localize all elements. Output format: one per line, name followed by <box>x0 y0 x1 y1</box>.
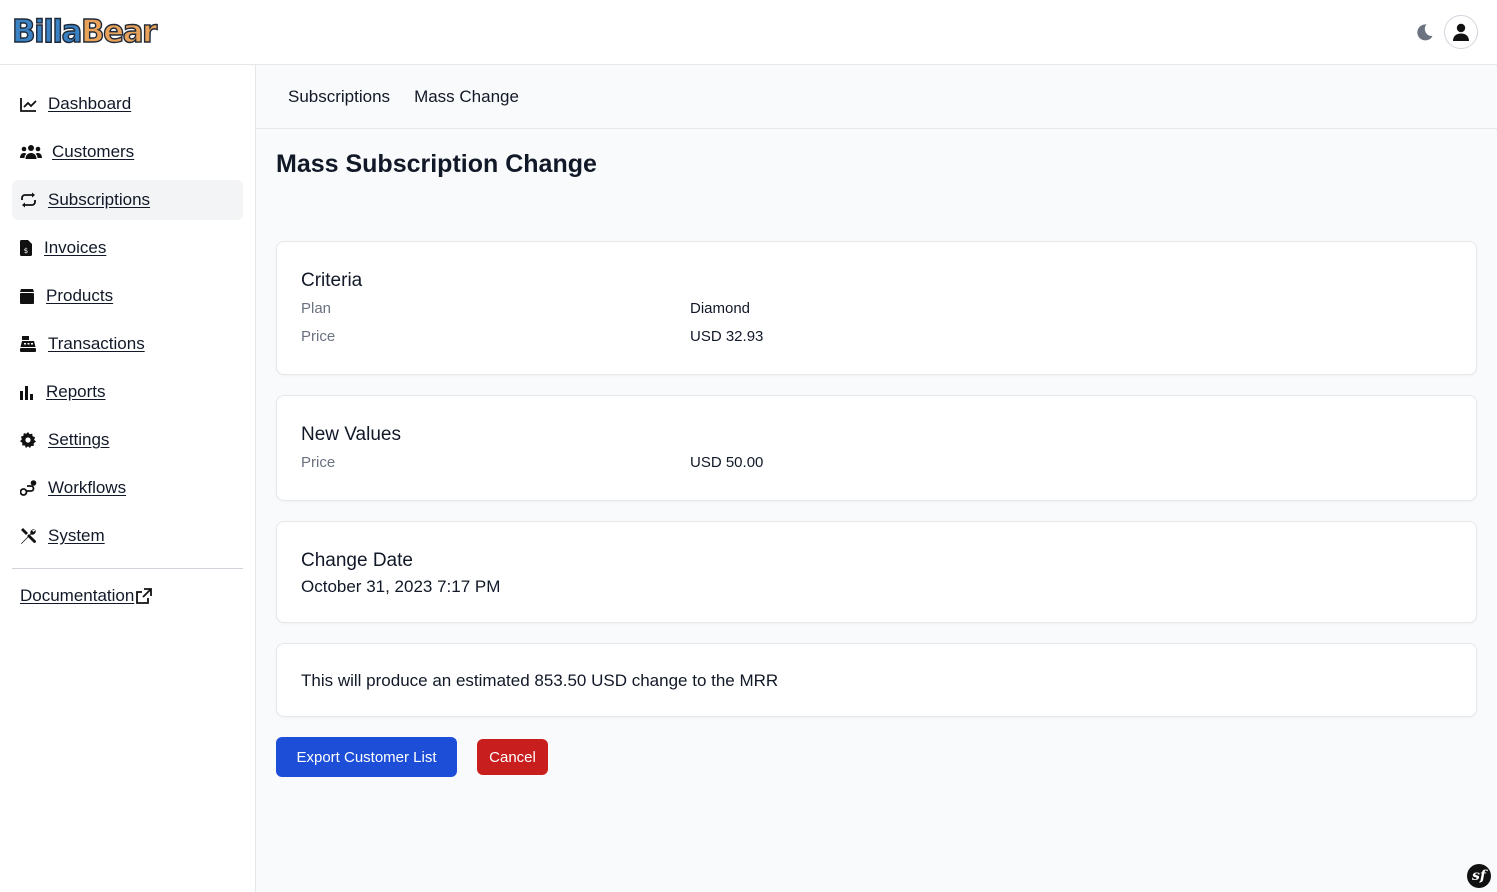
chart-line-icon <box>20 94 40 114</box>
new-price-label: Price <box>301 454 336 471</box>
sidebar-item-dashboard[interactable]: Dashboard <box>12 84 243 124</box>
sidebar-item-workflows[interactable]: Workflows <box>12 468 243 508</box>
sidebar-item-customers[interactable]: Customers <box>12 132 243 172</box>
page-title: Mass Subscription Change <box>276 150 597 178</box>
symfony-toolbar-icon[interactable]: sf <box>1467 864 1491 888</box>
sidebar-item-transactions[interactable]: Transactions <box>12 324 243 364</box>
sidebar-item-settings[interactable]: Settings <box>12 420 243 460</box>
sidebar: Dashboard Customers Subscriptions $ Invo… <box>0 65 256 892</box>
cancel-button[interactable]: Cancel <box>477 739 548 775</box>
export-customer-list-button[interactable]: Export Customer List <box>276 737 457 777</box>
box-icon <box>20 286 38 306</box>
change-date-title: Change Date <box>301 550 413 571</box>
new-values-title: New Values <box>301 424 401 445</box>
user-icon <box>1453 23 1469 41</box>
breadcrumb-item-subscriptions[interactable]: Subscriptions <box>288 87 390 107</box>
new-price-value: USD 50.00 <box>690 454 764 471</box>
criteria-plan-value: Diamond <box>690 300 751 317</box>
breadcrumb-item-mass-change[interactable]: Mass Change <box>414 87 519 107</box>
bar-chart-icon <box>20 382 38 402</box>
breadcrumb: Subscriptions Mass Change <box>256 65 1497 129</box>
repeat-icon <box>20 190 40 210</box>
workflow-icon <box>20 478 40 498</box>
cash-register-icon <box>20 334 40 354</box>
sidebar-item-products[interactable]: Products <box>12 276 243 316</box>
change-date-card: Change Date October 31, 2023 7:17 PM <box>276 521 1477 623</box>
tools-icon <box>20 526 40 546</box>
svg-text:$: $ <box>24 247 28 255</box>
sidebar-item-system[interactable]: System <box>12 516 243 556</box>
user-avatar-button[interactable] <box>1444 15 1478 49</box>
estimate-card: This will produce an estimated 853.50 US… <box>276 643 1477 717</box>
criteria-plan-label: Plan <box>301 300 332 317</box>
users-icon <box>20 142 44 162</box>
gear-icon <box>20 430 40 450</box>
change-date-value: October 31, 2023 7:17 PM <box>301 577 501 596</box>
criteria-price-label: Price <box>301 328 336 345</box>
criteria-title: Criteria <box>301 270 363 291</box>
external-link-icon <box>136 587 153 604</box>
sidebar-item-invoices[interactable]: $ Invoices <box>12 228 243 268</box>
invoice-icon: $ <box>20 238 36 258</box>
criteria-price-value: USD 32.93 <box>690 328 764 345</box>
sidebar-item-subscriptions[interactable]: Subscriptions <box>12 180 243 220</box>
sidebar-divider <box>12 568 243 569</box>
documentation-link[interactable]: Documentation <box>20 586 153 606</box>
top-bar: BillaBear <box>0 0 1497 65</box>
mrr-estimate-text: This will produce an estimated 853.50 US… <box>301 671 779 690</box>
sidebar-item-reports[interactable]: Reports <box>12 372 243 412</box>
app-logo[interactable]: BillaBear <box>11 13 158 50</box>
new-values-card: New Values Price USD 50.00 <box>276 395 1477 501</box>
main-content: Subscriptions Mass Change Mass Subscript… <box>256 65 1497 892</box>
criteria-card: Criteria Plan Diamond Price USD 32.93 <box>276 241 1477 375</box>
moon-icon[interactable] <box>1412 20 1436 44</box>
